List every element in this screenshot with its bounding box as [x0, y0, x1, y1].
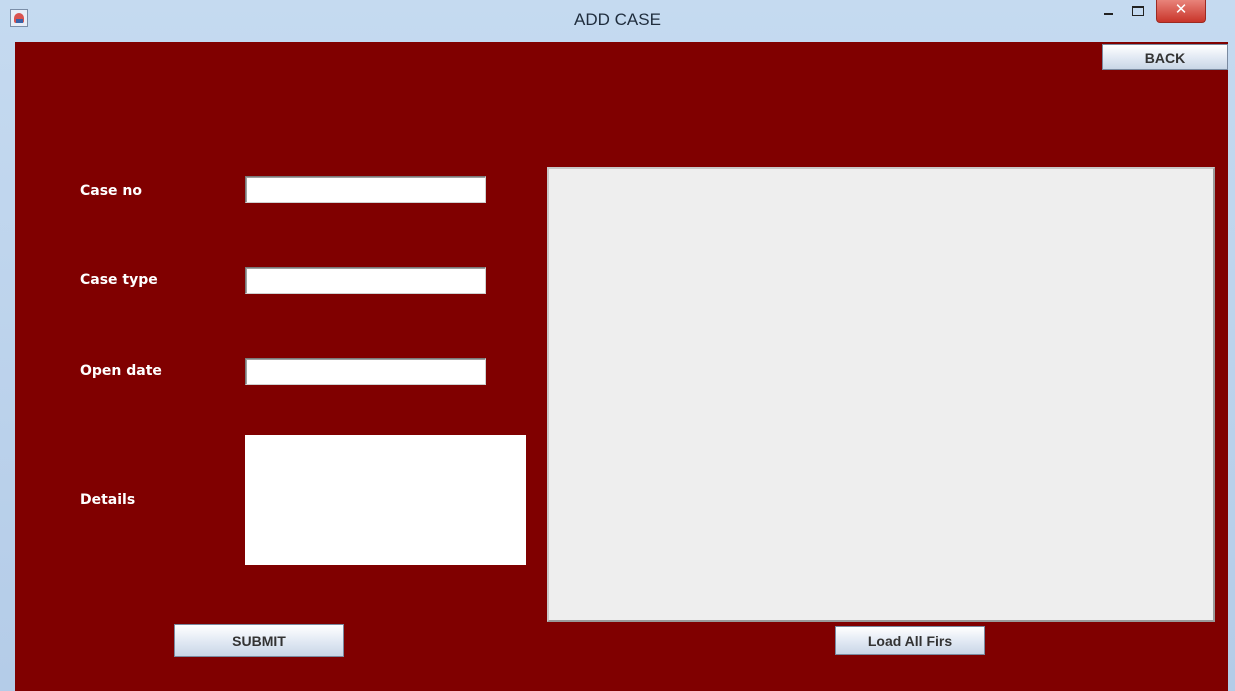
maximize-icon	[1132, 6, 1144, 17]
details-textarea[interactable]	[245, 435, 526, 565]
open-date-input[interactable]	[245, 358, 486, 385]
maximize-button[interactable]	[1124, 0, 1152, 22]
close-icon: ✕	[1174, 1, 1188, 18]
app-window: ADD CASE ✕ BACK Case no Case type Open d…	[0, 0, 1235, 691]
open-date-label: Open date	[80, 363, 162, 379]
back-button[interactable]: BACK	[1102, 44, 1228, 70]
firs-table-panel[interactable]	[547, 167, 1215, 622]
submit-button[interactable]: SUBMIT	[174, 624, 344, 657]
case-type-label: Case type	[80, 272, 158, 288]
form-panel: BACK Case no Case type Open date Details…	[15, 42, 1228, 691]
title-bar[interactable]: ADD CASE ✕	[0, 0, 1235, 42]
load-all-firs-button[interactable]: Load All Firs	[835, 626, 985, 655]
window-title: ADD CASE	[574, 10, 661, 29]
details-label: Details	[80, 492, 136, 508]
case-type-input[interactable]	[245, 267, 486, 294]
minimize-button[interactable]	[1094, 0, 1122, 22]
close-button[interactable]: ✕	[1156, 0, 1206, 23]
case-no-label: Case no	[80, 183, 143, 199]
minimize-icon	[1103, 13, 1113, 16]
case-no-input[interactable]	[245, 176, 486, 203]
